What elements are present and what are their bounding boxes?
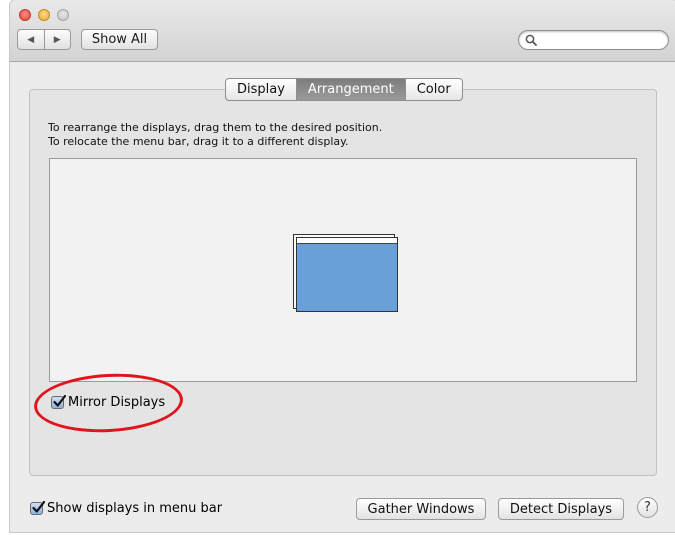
instruction-line-1: To rearrange the displays, drag them to … <box>48 121 383 134</box>
zoom-window-button[interactable] <box>57 9 69 21</box>
search-input[interactable] <box>541 32 665 50</box>
display-screen <box>297 244 397 311</box>
title-bar: ◀ ▶ Show All <box>10 0 675 62</box>
show-all-button[interactable]: Show All <box>81 29 158 50</box>
arrangement-instructions: To rearrange the displays, drag them to … <box>48 121 382 149</box>
back-arrow-icon[interactable]: ◀ <box>18 30 45 49</box>
tab-color[interactable]: Color <box>404 79 462 100</box>
back-forward-control: ◀ ▶ <box>17 29 71 50</box>
forward-arrow-icon[interactable]: ▶ <box>45 30 71 49</box>
close-window-button[interactable] <box>19 9 31 21</box>
search-field[interactable] <box>518 30 669 50</box>
instruction-line-2: To relocate the menu bar, drag it to a d… <box>48 135 349 148</box>
checkmark-icon <box>32 500 46 513</box>
gather-windows-button[interactable]: Gather Windows <box>356 498 486 520</box>
display-thumbnail[interactable] <box>296 237 398 312</box>
minimize-window-button[interactable] <box>38 9 50 21</box>
show-displays-in-menu-bar-checkbox[interactable] <box>30 500 46 515</box>
tab-display[interactable]: Display <box>226 79 296 100</box>
search-icon <box>525 34 537 46</box>
display-arrangement-area <box>49 158 637 382</box>
tab-bar: Display Arrangement Color <box>225 78 463 101</box>
show-displays-in-menu-bar-label[interactable]: Show displays in menu bar <box>47 501 222 516</box>
system-preferences-window: ◀ ▶ Show All Display Arrangement Color T… <box>10 0 675 532</box>
detect-displays-button[interactable]: Detect Displays <box>498 498 624 520</box>
tab-arrangement[interactable]: Arrangement <box>295 79 405 100</box>
help-button[interactable]: ? <box>637 497 658 518</box>
